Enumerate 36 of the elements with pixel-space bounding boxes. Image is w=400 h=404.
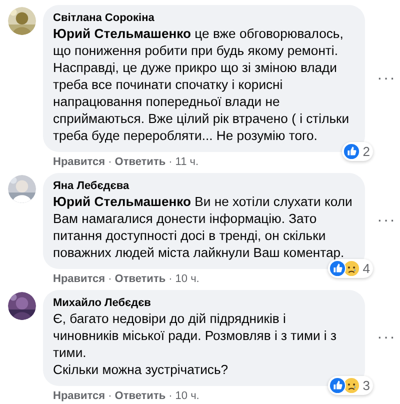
- timestamp: 10 ч.: [175, 390, 200, 402]
- reaction-count: 4: [362, 261, 370, 276]
- reaction-badge[interactable]: 4: [328, 259, 373, 278]
- comment-text: Є, багато недовіри до дій підрядників і чиновників міської ради. Розмовляв і з тими і з тими.: [53, 310, 338, 361]
- thumbs-up-icon: [328, 260, 346, 277]
- like-link[interactable]: Нравится: [53, 156, 106, 168]
- separator-dot: ·: [168, 273, 172, 285]
- author-name[interactable]: Яна Лебєдєва: [53, 179, 355, 193]
- like-link[interactable]: Нравится: [53, 273, 106, 285]
- separator-dot: ·: [168, 390, 172, 402]
- reply-link[interactable]: Ответить: [114, 390, 166, 402]
- reaction-badge[interactable]: 3: [328, 376, 373, 395]
- more-options-icon[interactable]: ···: [377, 329, 396, 347]
- reply-link[interactable]: Ответить: [114, 273, 166, 285]
- separator-dot: ·: [108, 273, 112, 285]
- separator-dot: ·: [108, 156, 112, 168]
- comment-text: Юрий Стельмашенко це вже обговорювалось, що пониження робити при будь якому ремонті. Насправді, це дуже прикро що зі зміною влади треба все починати спочатку і корисні напрацювання попередньої влади не сприймаються. Вже цілий рік втрачено ( і стільки треба буде переробляти... Не розумію того.: [53, 25, 350, 144]
- author-name[interactable]: Михайло Лебєдєв: [53, 296, 355, 310]
- sad-face-icon: [342, 260, 360, 277]
- timestamp: 10 ч.: [175, 273, 200, 285]
- separator-dot: ·: [168, 156, 172, 168]
- comment-text: Скільки можна зустрічатись?: [53, 361, 228, 378]
- timestamp: 11 ч.: [175, 156, 199, 168]
- thumbs-up-icon: [328, 377, 346, 394]
- more-options-icon[interactable]: ···: [377, 70, 396, 88]
- comment-text: Юрий Стельмашенко Ви не хотіли слухати коли Вам намагалися донести інформацію. Зато питання доступності досі в тренді, он скільки поважних людей міста лайкнули Ваш коментар.: [53, 193, 354, 261]
- sad-face-icon: [342, 377, 360, 394]
- separator-dot: ·: [108, 390, 112, 402]
- reply-link[interactable]: Ответить: [114, 156, 166, 168]
- reaction-count: 3: [362, 378, 370, 393]
- thumbs-up-icon: [342, 143, 360, 160]
- more-options-icon[interactable]: ···: [377, 212, 396, 230]
- author-name[interactable]: Світлана Сорокіна: [53, 11, 355, 25]
- like-link[interactable]: Нравится: [53, 390, 106, 402]
- reaction-count: 2: [362, 144, 370, 159]
- reaction-badge[interactable]: 2: [342, 142, 373, 161]
